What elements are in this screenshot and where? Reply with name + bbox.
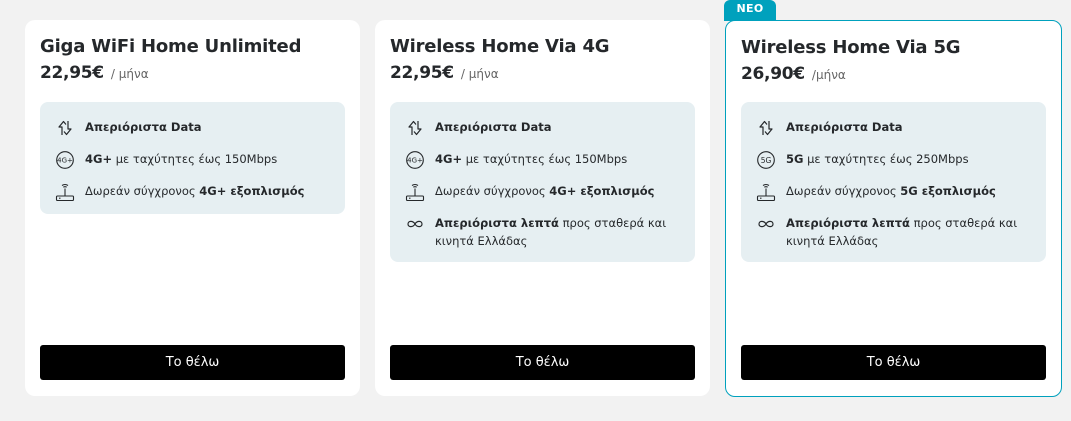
feature-bold: Απεριόριστα λεπτά	[786, 216, 910, 230]
price-row: 22,95€ / μήνα	[390, 63, 499, 83]
plan-card-wireless-4g: Wireless Home Via 4G 22,95€ / μήνα Απερι…	[375, 20, 710, 396]
feature-text: με ταχύτητες έως 250Mbps	[803, 152, 969, 166]
features-box: Απεριόριστα Data 5G 5G με ταχύτητες έως …	[741, 102, 1046, 262]
infinity-icon	[404, 214, 426, 234]
want-it-button[interactable]: Το θέλω	[741, 345, 1046, 380]
feature-bold: Απεριόριστα Data	[786, 120, 903, 134]
data-arrows-icon	[404, 118, 426, 138]
feature-item: Απεριόριστα Data	[54, 118, 331, 138]
router-icon	[404, 182, 426, 202]
data-arrows-icon	[54, 118, 76, 138]
want-it-button[interactable]: Το θέλω	[40, 345, 345, 380]
feature-item: 5G 5G με ταχύτητες έως 250Mbps	[755, 150, 1032, 170]
infinity-icon	[755, 214, 777, 234]
plan-period: / μήνα	[460, 67, 499, 81]
feature-item: Απεριόριστα λεπτά προς σταθερά και κινητ…	[755, 214, 1032, 250]
plan-card-giga-wifi: Giga WiFi Home Unlimited 22,95€ / μήνα Α…	[25, 20, 360, 396]
plan-price: 22,95€	[390, 63, 454, 83]
plan-period: / μήνα	[110, 67, 149, 81]
5g-icon: 5G	[755, 150, 777, 170]
data-arrows-icon	[755, 118, 777, 138]
price-row: 26,90€ /μήνα	[741, 64, 846, 84]
feature-item: Απεριόριστα Data	[404, 118, 681, 138]
feature-item: 4G+ 4G+ με ταχύτητες έως 150Mbps	[54, 150, 331, 170]
feature-bold: 5G	[786, 152, 804, 166]
feature-bold: 4G+ εξοπλισμός	[199, 184, 305, 198]
svg-text:5G: 5G	[761, 156, 772, 165]
feature-item: Απεριόριστα Data	[755, 118, 1032, 138]
feature-bold: Απεριόριστα Data	[85, 120, 202, 134]
plan-card-wireless-5g: ΝΕΟ Wireless Home Via 5G 26,90€ /μήνα Απ…	[724, 0, 1062, 397]
router-icon	[755, 182, 777, 202]
feature-bold: 4G+	[85, 152, 113, 166]
feature-bold: Απεριόριστα Data	[435, 120, 552, 134]
feature-text: Δωρεάν σύγχρονος	[85, 184, 200, 198]
feature-text: Δωρεάν σύγχρονος	[786, 184, 901, 198]
feature-text: με ταχύτητες έως 150Mbps	[462, 152, 628, 166]
4g-plus-icon: 4G+	[404, 150, 426, 170]
feature-item: 4G+ 4G+ με ταχύτητες έως 150Mbps	[404, 150, 681, 170]
plan-title: Wireless Home Via 5G	[741, 37, 961, 58]
plan-price: 26,90€	[741, 64, 805, 84]
router-icon	[54, 182, 76, 202]
plan-title: Giga WiFi Home Unlimited	[40, 36, 302, 57]
feature-bold: Απεριόριστα λεπτά	[435, 216, 559, 230]
feature-text: Δωρεάν σύγχρονος	[435, 184, 550, 198]
feature-text: με ταχύτητες έως 150Mbps	[112, 152, 278, 166]
plan-price: 22,95€	[40, 63, 104, 83]
want-it-button[interactable]: Το θέλω	[390, 345, 695, 380]
features-box: Απεριόριστα Data 4G+ 4G+ με ταχύτητες έω…	[390, 102, 695, 262]
plan-period: /μήνα	[811, 68, 846, 82]
feature-bold: 4G+ εξοπλισμός	[549, 184, 655, 198]
features-box: Απεριόριστα Data 4G+ 4G+ με ταχύτητες έω…	[40, 102, 345, 214]
feature-item: Δωρεάν σύγχρονος 5G εξοπλισμός	[755, 182, 1032, 202]
4g-plus-icon: 4G+	[54, 150, 76, 170]
new-badge: ΝΕΟ	[724, 0, 776, 21]
feature-item: Απεριόριστα λεπτά προς σταθερά και κινητ…	[404, 214, 681, 250]
svg-text:4G+: 4G+	[57, 157, 73, 165]
feature-bold: 5G εξοπλισμός	[900, 184, 996, 198]
feature-item: Δωρεάν σύγχρονος 4G+ εξοπλισμός	[54, 182, 331, 202]
svg-text:4G+: 4G+	[407, 157, 423, 165]
price-row: 22,95€ / μήνα	[40, 63, 149, 83]
feature-bold: 4G+	[435, 152, 463, 166]
plan-title: Wireless Home Via 4G	[390, 36, 610, 57]
feature-item: Δωρεάν σύγχρονος 4G+ εξοπλισμός	[404, 182, 681, 202]
